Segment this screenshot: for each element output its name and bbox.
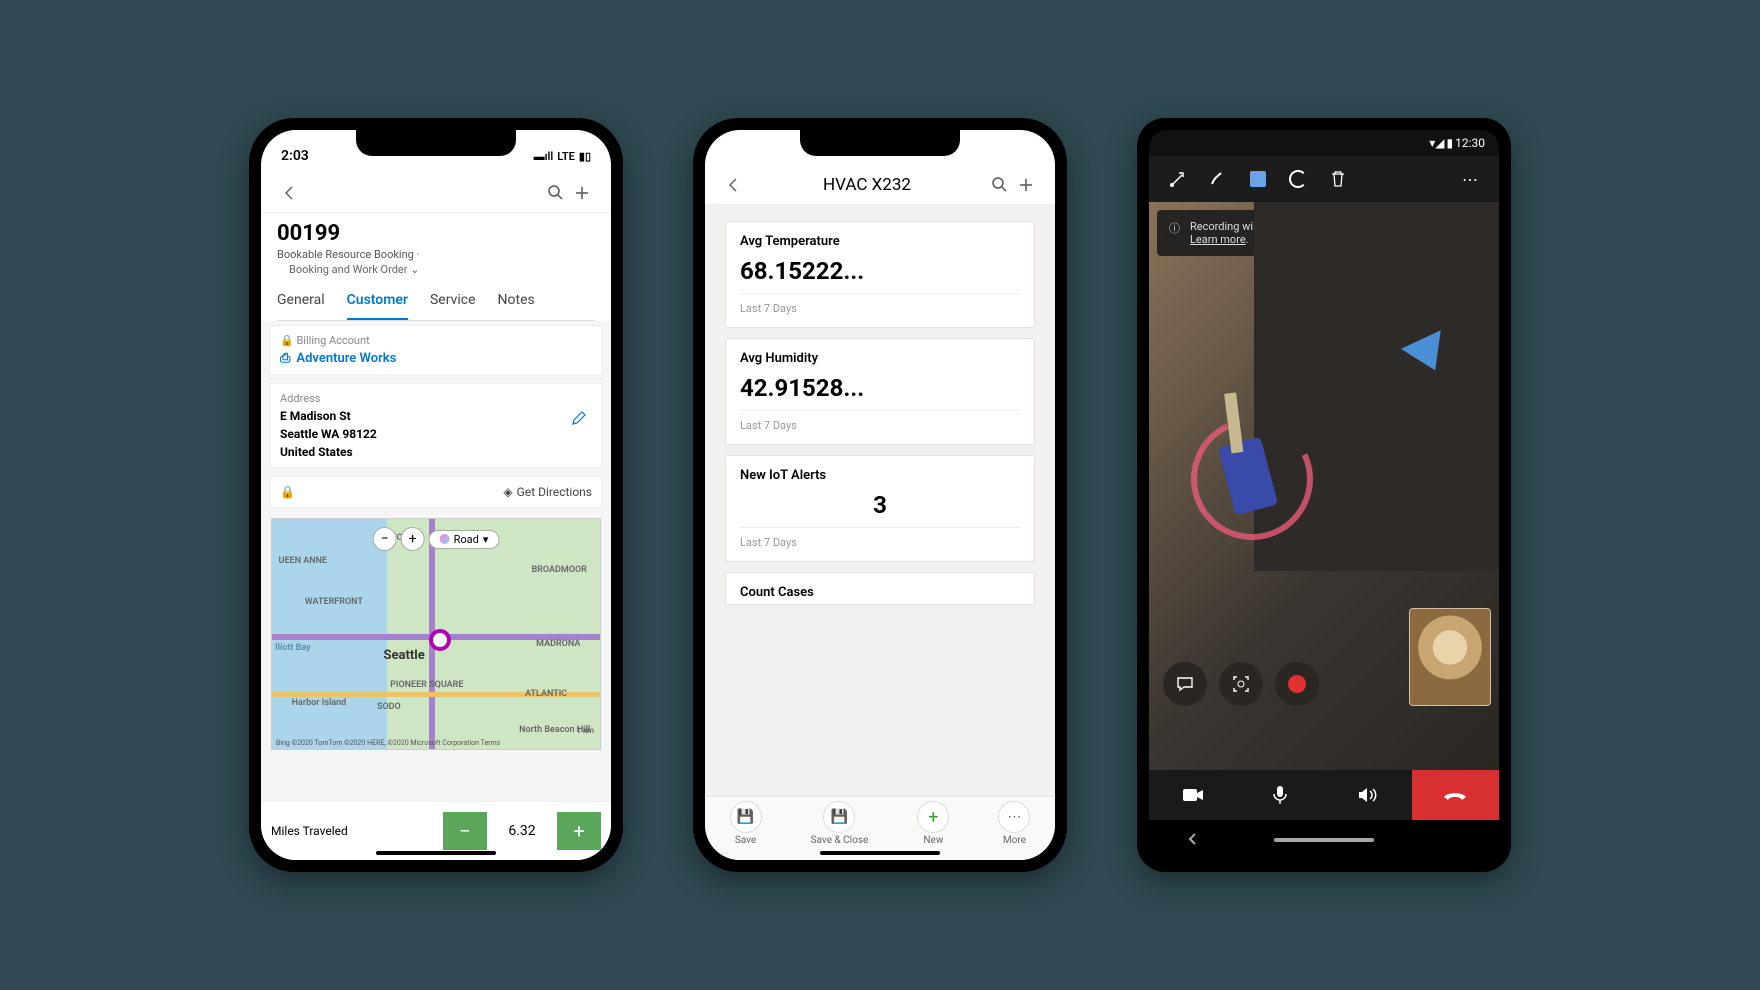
back-button[interactable] [721,172,747,198]
miles-increment[interactable]: + [557,812,601,850]
tab-customer[interactable]: Customer [347,282,408,320]
card-avg-humidity[interactable]: Avg Humidity 42.91528... Last 7 Days [725,338,1035,445]
status-time: 12:30 [1455,136,1485,150]
account-icon: ⎙ [280,351,290,366]
ink-tool[interactable] [1205,166,1231,192]
signal-icon: ▾◢ [1429,136,1444,150]
speaker-toggle[interactable] [1324,770,1412,820]
camera-toggle[interactable] [1149,770,1237,820]
card-avg-temperature[interactable]: Avg Temperature 68.15222... Last 7 Days [725,221,1035,328]
map-mode-dropdown[interactable]: Road ▾ [429,530,500,549]
map-city-label: Seattle [384,648,425,663]
page-title: HVAC X232 [747,175,987,195]
address-line-1: E Madison St [280,409,377,423]
page-header [261,174,611,213]
call-controls [1149,770,1499,820]
phone-2: HVAC X232 Avg Temperature 68.15222... La… [693,118,1067,872]
phone-1: 2:03 ▬ıll LTE ▮▯ 00199 Bookable Resource… [249,118,623,872]
search-button[interactable] [543,180,569,206]
add-button[interactable] [569,180,595,206]
lock-icon: 🔒 [280,485,295,499]
record-view[interactable]: Booking and Work Order ⌄ [289,263,595,276]
phone-3: ▾◢ ▮ 12:30 ⋯ ⓘ Recording will be saved [1137,118,1511,872]
home-indicator[interactable] [820,851,940,855]
status-time: 2:03 [281,148,309,164]
map-zoom-in[interactable]: + [401,527,425,551]
scan-button[interactable] [1219,662,1263,706]
save-icon: 💾 [730,801,762,833]
video-feed[interactable]: ⓘ Recording will be saved in the meeting… [1149,202,1499,770]
address-line-2: Seattle WA 98122 [280,427,377,441]
home-indicator[interactable] [376,851,496,855]
plus-icon: + [917,801,949,833]
map-view[interactable]: Seattle NORTH BROADMOOR MADRONA PIONEER … [271,518,601,750]
save-close-button[interactable]: 💾 Save & Close [811,801,869,846]
android-nav-bar [1149,820,1499,860]
map-zoom-out[interactable]: − [373,527,397,551]
signal-icon: ▬ıll [534,150,554,163]
annotation-toolbar: ⋯ [1149,156,1499,202]
lock-icon: 🔒 [280,334,294,347]
miles-label: Miles Traveled [271,824,433,838]
caret-down-icon: ▾ [483,533,489,546]
chevron-down-icon: ⌄ [410,263,419,276]
address-line-3: United States [280,445,377,459]
self-video[interactable] [1409,608,1491,706]
pointer-tool[interactable] [1165,166,1191,192]
page-header: HVAC X232 [705,166,1055,205]
address-label: Address [280,392,592,405]
info-icon: ⓘ [1169,220,1180,236]
card-iot-alerts[interactable]: New IoT Alerts 3 Last 7 Days [725,455,1035,562]
battery-icon: ▮ [1447,136,1454,150]
map-scale: 1 km [576,726,594,735]
record-subtitle: Bookable Resource Booking · [277,248,595,261]
map-attribution: Bing ©2020 TomTom ©2020 HERE, ©2020 Micr… [276,739,500,747]
record-title: 00199 [277,221,595,246]
directions-icon: ◈ [503,485,512,499]
miles-value: 6.32 [497,823,547,839]
billing-label: 🔒 Billing Account [280,334,592,347]
map-pin [429,629,451,651]
end-call-button[interactable] [1412,770,1500,820]
record-button[interactable] [1275,662,1319,706]
network-label: LTE [557,150,575,163]
billing-account-link[interactable]: ⎙ Adventure Works [280,351,592,366]
nav-home[interactable] [1274,838,1374,842]
tab-general[interactable]: General [277,282,325,320]
more-button[interactable]: ⋯ More [998,801,1030,846]
edit-address-button[interactable] [566,405,592,431]
shape-tool[interactable] [1245,166,1271,192]
card-count-cases[interactable]: Count Cases [725,572,1035,605]
back-button[interactable] [277,180,303,206]
tab-bar: General Customer Service Notes [277,282,595,321]
mic-toggle[interactable] [1237,770,1325,820]
tab-notes[interactable]: Notes [498,282,535,320]
nav-back[interactable] [1186,831,1200,850]
android-status-bar: ▾◢ ▮ 12:30 [1149,130,1499,156]
save-close-icon: 💾 [823,801,855,833]
chat-button[interactable] [1163,662,1207,706]
more-icon: ⋯ [998,801,1030,833]
get-directions-link[interactable]: ◈ Get Directions [503,485,592,499]
delete-button[interactable] [1325,166,1351,192]
search-button[interactable] [987,172,1013,198]
new-button[interactable]: + New [917,801,949,846]
battery-icon: ▮▯ [579,150,591,163]
add-button[interactable] [1013,172,1039,198]
learn-more-link[interactable]: Learn more [1190,233,1246,246]
tab-service[interactable]: Service [430,282,476,320]
save-button[interactable]: 💾 Save [730,801,762,846]
miles-decrement[interactable]: − [443,812,487,850]
more-menu[interactable]: ⋯ [1457,166,1483,192]
undo-button[interactable] [1285,166,1311,192]
